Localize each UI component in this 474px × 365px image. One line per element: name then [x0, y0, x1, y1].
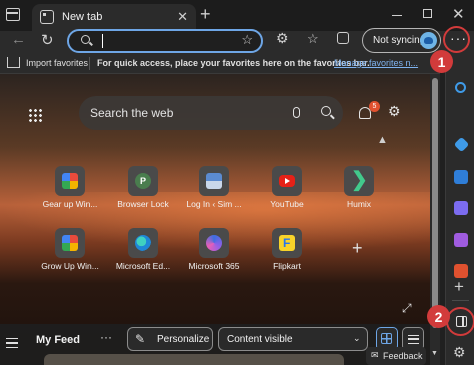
extensions-icon[interactable]: ⚙: [276, 30, 289, 47]
feed-more-icon[interactable]: ···: [100, 330, 112, 344]
refresh-button[interactable]: ↻: [41, 31, 54, 49]
profile-avatar: [420, 32, 437, 49]
favorites-icon[interactable]: ☆: [307, 31, 319, 47]
microsoft-365-icon: [199, 228, 229, 258]
pencil-icon: ✎: [135, 332, 146, 346]
profile-sync-button[interactable]: Not syncing: [362, 28, 441, 53]
quick-link-label: Gear up Win...: [42, 199, 98, 209]
personalize-button[interactable]: ✎ Personalize: [127, 327, 213, 351]
new-tab-button[interactable]: +: [200, 4, 211, 25]
feed-title[interactable]: My Feed: [36, 334, 80, 346]
browser-window: New tab ✕ + ✕ ← ↻ ☆ ⚙ ☆ Not syncing ··· …: [0, 0, 474, 365]
content-visibility-select[interactable]: Content visible ⌄: [218, 327, 368, 351]
shopping-tag-icon[interactable]: [453, 136, 470, 153]
content-visibility-value: Content visible: [227, 334, 293, 345]
manage-favorites-link[interactable]: Manage favorites n...: [334, 58, 418, 68]
back-button[interactable]: ←: [11, 31, 26, 48]
feed-menu-icon[interactable]: [6, 338, 18, 348]
address-input[interactable]: [107, 34, 247, 48]
flipkart-icon: [272, 228, 302, 258]
collections-icon[interactable]: [337, 32, 349, 44]
add-favorite-icon[interactable]: ☆: [241, 32, 253, 48]
tab-title: New tab: [62, 11, 103, 23]
search-submit-icon[interactable]: [321, 106, 331, 116]
page-settings-icon[interactable]: ⚙: [388, 103, 401, 120]
microphone-icon[interactable]: [293, 107, 300, 118]
import-favorites-link[interactable]: Import favorites: [26, 58, 88, 68]
humix-icon: ❯: [344, 166, 374, 196]
scrollbar-thumb[interactable]: [432, 78, 438, 328]
list-icon: [408, 335, 419, 344]
add-shortcut-button[interactable]: +: [352, 238, 363, 259]
new-tab-favicon-icon: [40, 10, 54, 24]
sync-status-label: Not syncing: [373, 35, 426, 46]
chevron-down-icon: ⌄: [353, 333, 361, 343]
app-launcher-icon[interactable]: [28, 108, 42, 122]
quick-link-label: Humix: [346, 199, 372, 209]
add-sidebar-app-button[interactable]: +: [454, 277, 464, 297]
navigation-toolbar: ← ↻ ☆ ⚙ ☆ Not syncing ···: [0, 26, 474, 53]
microsoft-edge-icon: [128, 228, 158, 258]
collapse-shortcuts-icon[interactable]: ▲: [377, 134, 388, 146]
quick-link-label: Log In ‹ Sim ...: [186, 199, 242, 209]
close-tab-icon[interactable]: ✕: [177, 9, 188, 25]
gear-up-windows-icon: [55, 166, 85, 196]
tab-actions-icon[interactable]: [6, 8, 20, 21]
feed-card-preview: [44, 354, 344, 365]
quick-link-label: Grow Up Win...: [41, 261, 99, 271]
more-dots-icon: ···: [450, 30, 467, 46]
favorites-hint-text: For quick access, place your favorites h…: [97, 58, 370, 68]
hide-sidebar-button[interactable]: [446, 307, 474, 336]
sidebar-settings-icon[interactable]: ⚙: [453, 344, 466, 361]
feedback-label: Feedback: [383, 351, 423, 361]
browser-lock-icon: P: [128, 166, 158, 196]
search-icon[interactable]: [455, 82, 466, 93]
new-tab-page: Search the web 5 ⚙ ▲ Gear up Win... P Br…: [0, 74, 440, 365]
expand-icon[interactable]: ⤢: [402, 301, 412, 316]
callout-number: 1: [437, 54, 446, 70]
favorites-divider: [89, 57, 90, 70]
annotation-callout-2: 2: [427, 305, 450, 328]
login-icon: [199, 166, 229, 196]
hide-sidebar-icon: [456, 316, 467, 327]
quick-link-label: Flipkart: [273, 261, 301, 271]
grid-icon: [381, 333, 392, 344]
minimize-icon[interactable]: [392, 15, 402, 16]
search-icon: [81, 35, 90, 44]
annotation-callout-1: 1: [430, 50, 453, 73]
settings-and-more-button[interactable]: ···: [443, 26, 470, 53]
feedback-button[interactable]: ✉ Feedback: [366, 347, 426, 365]
tools-icon[interactable]: [454, 233, 468, 247]
address-bar[interactable]: ☆: [67, 29, 263, 53]
notification-count-badge: 5: [369, 101, 380, 112]
import-icon: [7, 57, 20, 68]
sidebar-divider: [452, 300, 469, 301]
web-search-placeholder: Search the web: [90, 106, 174, 120]
tab-new-tab[interactable]: New tab ✕: [32, 4, 196, 31]
callout-number: 2: [434, 309, 443, 325]
feedback-icon: ✉: [371, 350, 379, 360]
maximize-icon[interactable]: [423, 9, 432, 18]
text-cursor: [102, 34, 103, 48]
quick-link-label: YouTube: [270, 199, 304, 209]
quick-link-label: Browser Lock: [117, 199, 169, 209]
scroll-down-arrow-icon[interactable]: ▼: [431, 350, 438, 357]
briefcase-icon[interactable]: [454, 170, 468, 184]
quick-link-label: Microsoft 365: [188, 261, 240, 271]
grow-up-windows-icon: [55, 228, 85, 258]
quick-link-label: Microsoft Ed...: [115, 261, 171, 271]
close-window-icon[interactable]: ✕: [452, 5, 465, 23]
games-icon[interactable]: [454, 201, 468, 215]
favorites-bar: Import favorites For quick access, place…: [0, 53, 440, 74]
title-bar: New tab ✕ + ✕: [0, 0, 474, 31]
youtube-icon: [272, 166, 302, 196]
office-icon[interactable]: [454, 264, 468, 278]
web-search-box[interactable]: Search the web: [79, 96, 343, 130]
personalize-label: Personalize: [157, 334, 210, 345]
